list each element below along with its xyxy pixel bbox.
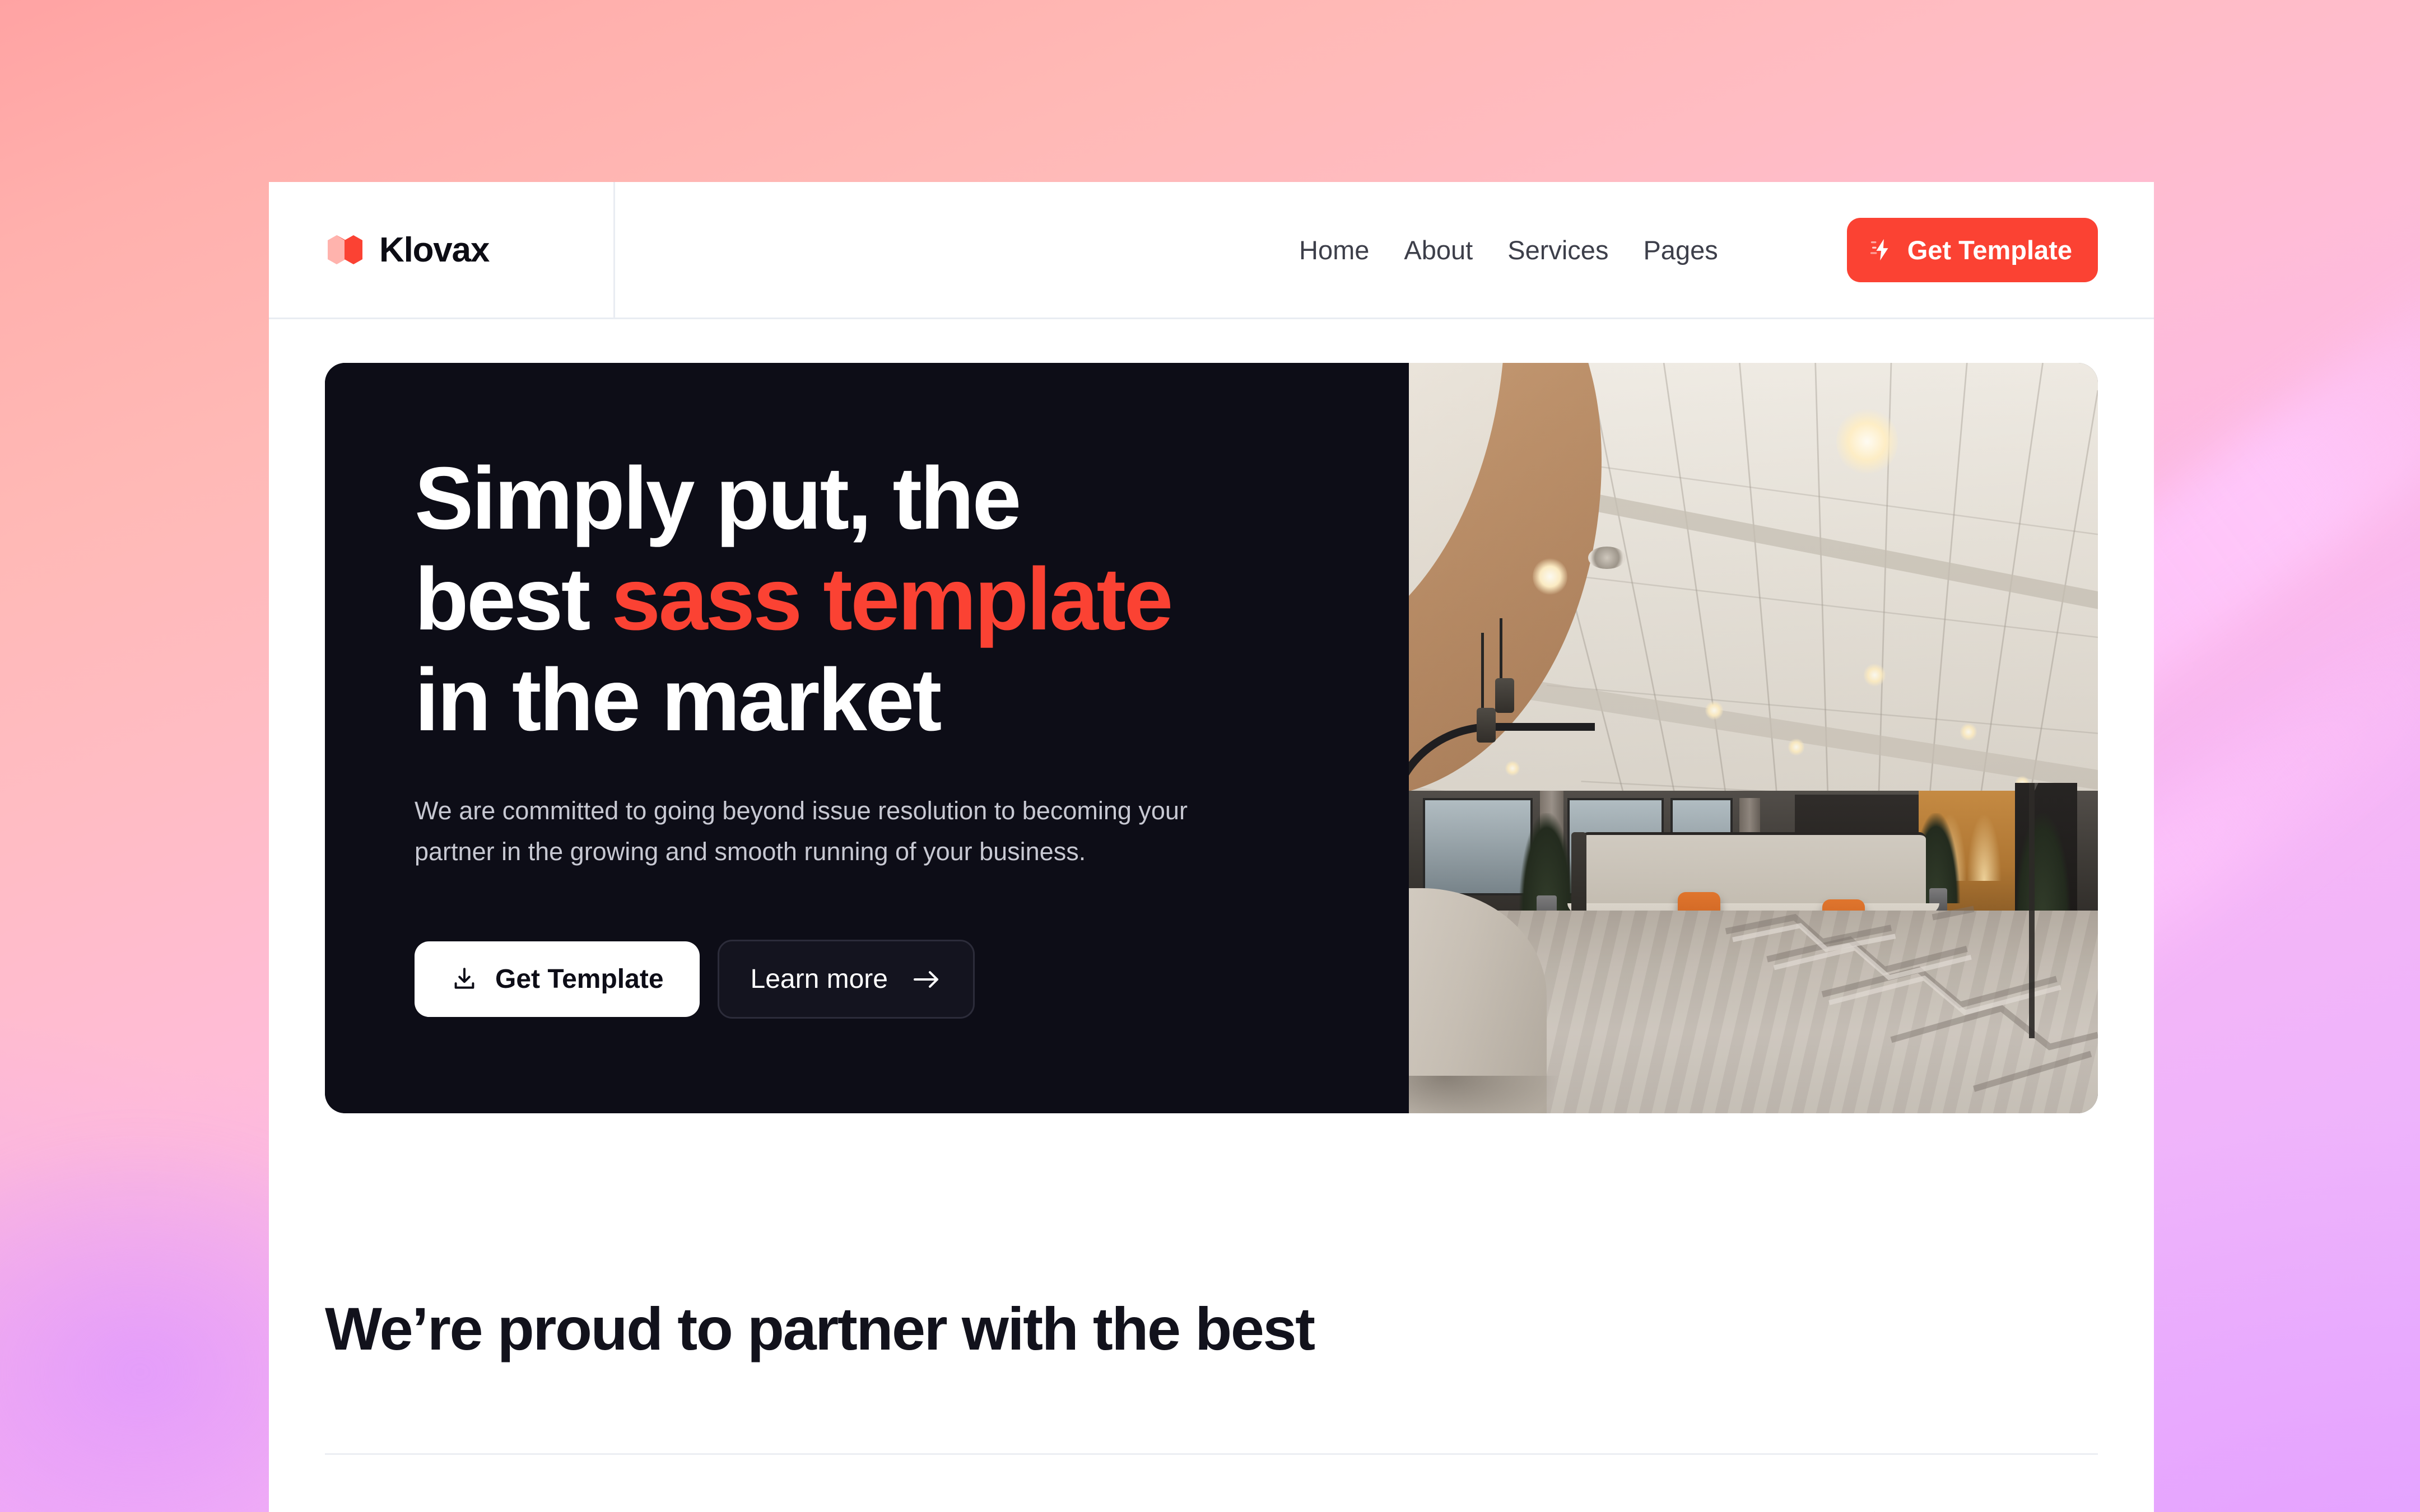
site-header: Klovax Home About Services Pages Get Tem… xyxy=(269,182,2154,319)
brand-link[interactable]: Klovax xyxy=(328,230,490,270)
hero-section: Simply put, the best sass template in the … xyxy=(325,363,2098,1113)
lightning-bolt-icon xyxy=(1870,239,1888,261)
brand-name: Klovax xyxy=(379,230,490,269)
download-icon xyxy=(454,967,474,989)
partners-section: We’re proud to partner with the best Log… xyxy=(269,1113,2154,1512)
hero-actions: Get Template Learn more xyxy=(415,940,1342,1019)
arrow-right-icon xyxy=(913,970,938,988)
header-get-template-label: Get Template xyxy=(1907,235,2072,265)
hero-get-template-button[interactable]: Get Template xyxy=(415,941,700,1018)
main-nav: Home About Services Pages xyxy=(1299,235,1718,265)
hero-title-line3: in the market xyxy=(415,651,942,750)
hero-title-line2-plain: best xyxy=(415,550,612,649)
hero-learn-more-label: Learn more xyxy=(750,964,888,995)
partners-title: We’re proud to partner with the best xyxy=(325,1295,1315,1362)
desktop-backdrop: Klovax Home About Services Pages Get Tem… xyxy=(0,0,2420,1512)
nav-item-about[interactable]: About xyxy=(1404,235,1473,265)
nav-item-home[interactable]: Home xyxy=(1299,235,1369,265)
hero-title: Simply put, the best sass template in the … xyxy=(415,448,1322,750)
partner-logo-6[interactable]: Logoipsum xyxy=(1851,1510,2097,1512)
hero-copy: Simply put, the best sass template in the … xyxy=(325,363,1409,1113)
hero-subtitle: We are committed to going beyond issue r… xyxy=(415,796,1188,866)
klovax-hexagon-n-logo-icon xyxy=(328,235,362,264)
photo-tint-overlay xyxy=(1409,363,2098,1113)
hero-title-line2-accent: sass template xyxy=(611,550,1173,649)
four-point-star-icon xyxy=(1874,1511,1875,1512)
header-get-template-button[interactable]: Get Template xyxy=(1846,217,2098,282)
hero-title-line1: Simply put, the xyxy=(415,449,1021,548)
header-right-group: Home About Services Pages Get Template xyxy=(615,182,2154,318)
hero-get-template-label: Get Template xyxy=(495,964,664,995)
hero-image xyxy=(1409,363,2098,1113)
brand-cell: Klovax xyxy=(269,182,615,318)
webpage-viewport: Klovax Home About Services Pages Get Tem… xyxy=(269,182,2154,1512)
nav-item-services[interactable]: Services xyxy=(1507,235,1608,265)
nav-item-pages[interactable]: Pages xyxy=(1643,235,1718,265)
partner-logo-strip: Logoipsum Logoipsum xyxy=(325,1453,2098,1512)
hero-learn-more-button[interactable]: Learn more xyxy=(717,940,975,1019)
